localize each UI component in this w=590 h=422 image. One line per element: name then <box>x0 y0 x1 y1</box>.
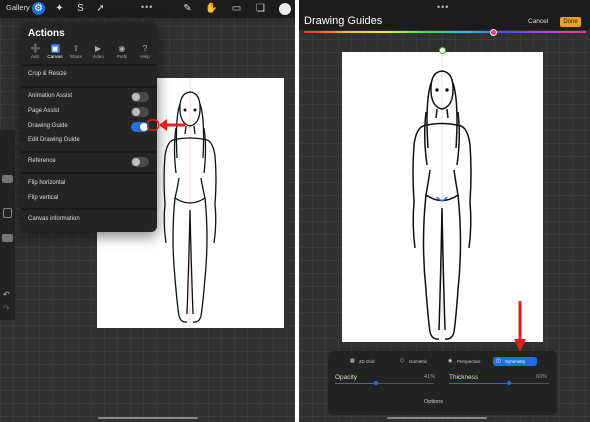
tab-help[interactable]: ? Help <box>135 44 155 59</box>
left-eye <box>183 108 187 112</box>
brush-icon[interactable]: ✎ <box>181 2 194 15</box>
plus-icon: ➕ <box>30 44 41 53</box>
actions-title: Actions <box>28 28 65 39</box>
right-eye <box>193 108 197 112</box>
guide-canvas[interactable] <box>342 52 543 342</box>
symmetry-icon: ◫ <box>496 358 501 364</box>
opacity-slider-handle[interactable] <box>2 234 13 242</box>
symmetry-handle[interactable] <box>439 47 446 54</box>
magic-wand-icon[interactable]: ✦ <box>53 2 66 15</box>
top-toolbar: Gallery ⚙ ✦ S ➚ ••• ✎ ✋ ▭ ❏ <box>0 0 295 18</box>
color-picker-button[interactable] <box>279 3 291 15</box>
wrench-icon[interactable]: ⚙ <box>32 2 45 15</box>
annotation-arrow-left <box>147 119 185 131</box>
tab-2d-grid[interactable]: ▦ 2D Grid <box>347 357 397 366</box>
right-eye <box>445 88 449 92</box>
annotation-arrow-right <box>514 301 526 352</box>
isometric-icon: ⬡ <box>400 358 405 364</box>
menu-item-canvas-information[interactable]: Canvas information <box>21 213 157 227</box>
left-eye <box>435 88 439 92</box>
home-indicator <box>387 417 487 419</box>
tab-share[interactable]: ⇧ Share <box>66 44 86 59</box>
thickness-slider[interactable] <box>449 381 549 385</box>
gallery-button[interactable]: Gallery <box>6 3 30 12</box>
left-screenshot: Gallery ⚙ ✦ S ➚ ••• ✎ ✋ ▭ ❏ ↶ ↷ Actions … <box>0 0 295 422</box>
tab-isometric[interactable]: ⬡ Isometric <box>397 357 447 366</box>
done-button[interactable]: Done <box>560 17 581 27</box>
right-screenshot: ••• Drawing Guides Cancel Done ▦ 2D Grid… <box>299 0 590 422</box>
eraser-icon[interactable]: ▭ <box>230 2 243 15</box>
guide-color-slider[interactable] <box>304 31 586 33</box>
modify-button[interactable] <box>3 208 12 218</box>
actions-panel: Actions ➕ Add ▣ Canvas ⇧ Share ▶ Video ◉… <box>21 22 157 232</box>
selection-icon[interactable]: S <box>74 2 87 15</box>
help-icon: ? <box>142 44 148 53</box>
thickness-slider-knob[interactable] <box>507 381 511 385</box>
guide-color-knob[interactable] <box>490 29 497 36</box>
figure-sketch-symmetry <box>412 52 472 342</box>
tab-canvas[interactable]: ▣ Canvas <box>45 44 65 59</box>
redo-icon[interactable]: ↷ <box>3 304 10 313</box>
animation-assist-toggle[interactable] <box>131 92 149 102</box>
tab-add[interactable]: ➕ Add <box>25 44 45 59</box>
divider <box>21 151 157 153</box>
menu-item-page-assist: Page Assist <box>21 105 157 119</box>
menu-item-flip-vertical[interactable]: Flip vertical <box>21 192 157 206</box>
tab-prefs[interactable]: ◉ Prefs <box>112 44 132 59</box>
cancel-button[interactable]: Cancel <box>528 18 548 25</box>
tab-symmetry[interactable]: ◫ Symmetry <box>493 357 537 366</box>
undo-icon[interactable]: ↶ <box>3 290 10 299</box>
play-icon: ▶ <box>94 44 102 53</box>
reference-toggle[interactable] <box>131 157 149 167</box>
thickness-slider-fill <box>449 383 509 384</box>
thickness-label: Thickness <box>449 374 479 381</box>
divider <box>21 208 157 210</box>
opacity-slider[interactable] <box>335 381 434 385</box>
menu-item-edit-drawing-guide[interactable]: Edit Drawing Guide <box>21 134 157 148</box>
thickness-value: 60% <box>536 374 548 380</box>
divider <box>21 86 157 88</box>
toggle-icon: ◉ <box>118 44 126 53</box>
divider <box>21 172 157 174</box>
menu-item-flip-horizontal[interactable]: Flip horizontal <box>21 177 157 191</box>
share-icon: ⇧ <box>72 44 80 53</box>
guide-options-panel: ▦ 2D Grid ⬡ Isometric ◉ Perspective ◫ Symmet… <box>328 351 557 415</box>
opacity-label: Opacity <box>335 374 358 381</box>
brush-sidebar: ↶ ↷ <box>0 130 15 320</box>
transform-arrow-icon[interactable]: ➚ <box>94 2 107 15</box>
drawing-guides-header: ••• Drawing Guides Cancel Done <box>299 0 590 30</box>
tab-video[interactable]: ▶ Video <box>88 44 108 59</box>
opacity-slider-fill <box>335 383 376 384</box>
options-button[interactable]: Options <box>424 399 443 405</box>
canvas-icon: ▣ <box>50 44 60 53</box>
perspective-icon: ◉ <box>448 358 453 364</box>
smudge-icon[interactable]: ✋ <box>205 2 218 15</box>
home-indicator <box>98 417 198 419</box>
menu-item-drawing-guide: Drawing Guide <box>21 120 157 134</box>
more-dots-icon[interactable]: ••• <box>437 2 449 12</box>
layers-icon[interactable]: ❏ <box>254 2 267 15</box>
brush-size-slider-handle[interactable] <box>2 175 13 183</box>
more-dots-icon[interactable]: ••• <box>141 2 153 12</box>
menu-item-reference: Reference <box>21 155 157 169</box>
grid-icon: ▦ <box>350 358 355 364</box>
menu-item-animation-assist: Animation Assist <box>21 90 157 104</box>
page-title: Drawing Guides <box>304 15 383 27</box>
opacity-slider-knob[interactable] <box>373 381 378 385</box>
divider <box>21 64 157 66</box>
opacity-value: 41% <box>424 374 436 380</box>
menu-item-crop-resize[interactable]: Crop & Resize <box>21 68 157 82</box>
